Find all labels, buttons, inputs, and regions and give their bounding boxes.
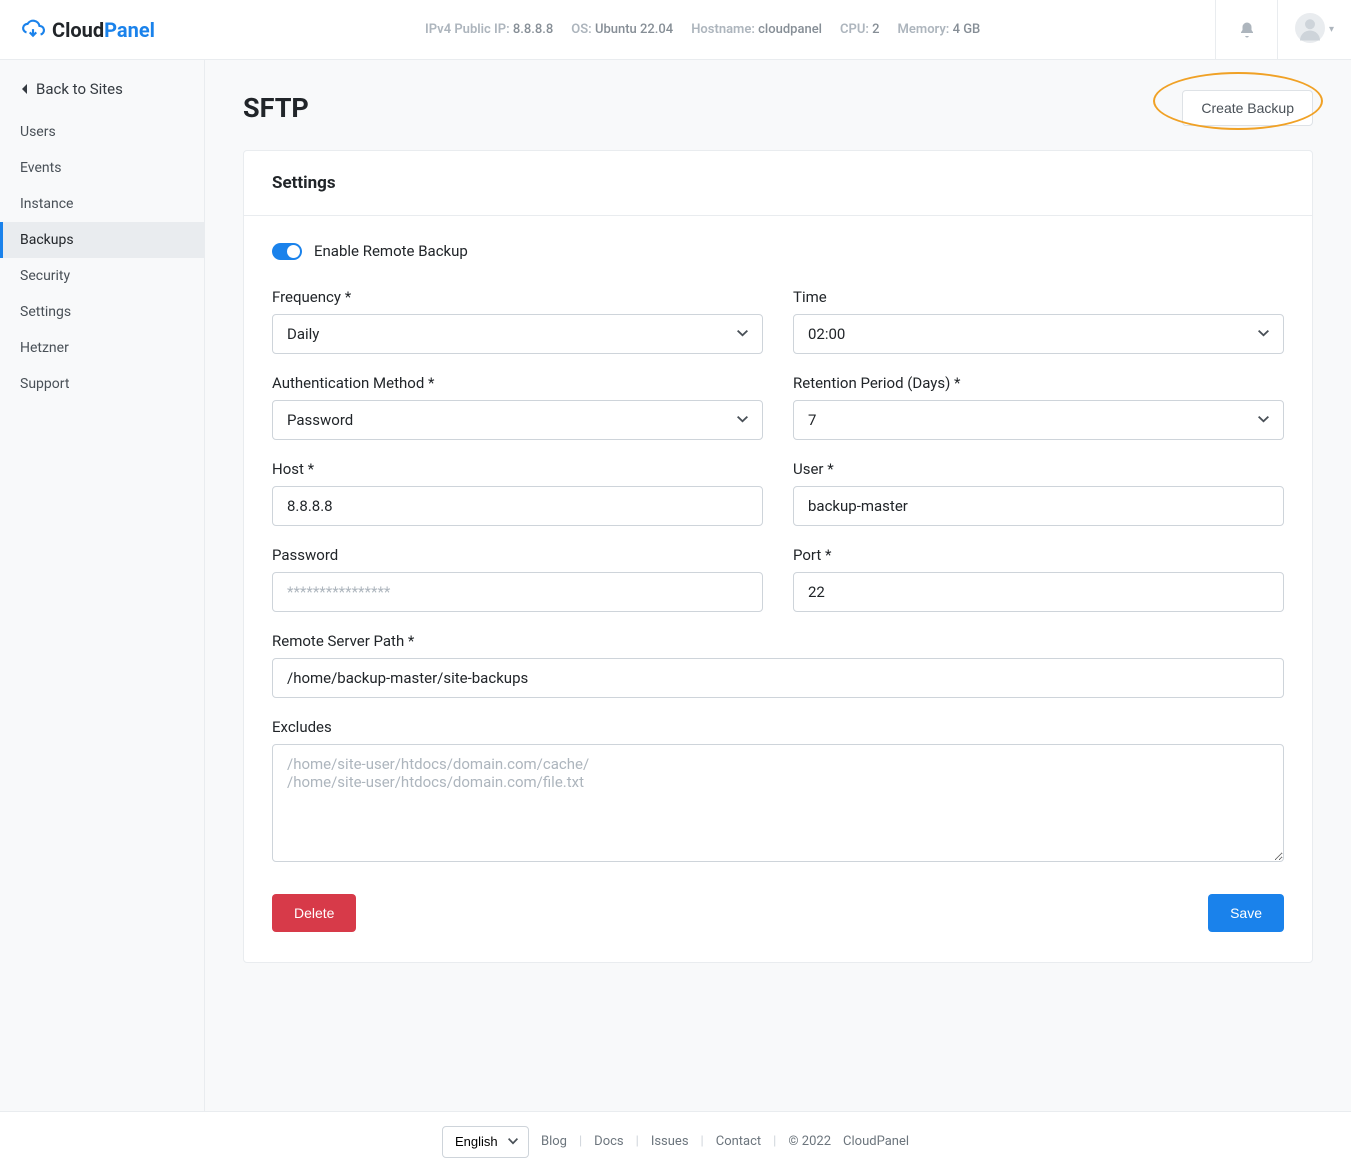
excludes-textarea[interactable] [272,744,1284,862]
footer-link-issues[interactable]: Issues [651,1134,689,1149]
time-label: Time [793,288,1284,306]
retention-select[interactable]: 7 [793,400,1284,440]
save-button[interactable]: Save [1208,894,1284,932]
sidebar-item-events[interactable]: Events [0,150,204,186]
hostname-value: cloudpanel [758,22,822,37]
user-label: User * [793,460,1284,478]
os-label: OS: [571,22,591,37]
settings-card: Settings Enable Remote Backup Frequency … [243,150,1313,963]
sidebar-item-settings[interactable]: Settings [0,294,204,330]
sidebar-item-hetzner[interactable]: Hetzner [0,330,204,366]
chevron-down-icon: ▾ [1329,24,1334,35]
enable-remote-backup-toggle[interactable] [272,243,302,260]
port-label: Port * [793,546,1284,564]
notifications-button[interactable] [1215,0,1277,60]
sidebar: Back to Sites Users Events Instance Back… [0,60,205,1111]
frequency-label: Frequency * [272,288,763,306]
avatar-icon [1295,13,1325,47]
toggle-label: Enable Remote Backup [314,242,468,260]
footer: English Blog | Docs | Issues | Contact |… [0,1111,1351,1171]
auth-method-select[interactable]: Password [272,400,763,440]
user-input[interactable] [793,486,1284,526]
time-select[interactable]: 02:00 [793,314,1284,354]
sidebar-item-support[interactable]: Support [0,366,204,402]
system-info: IPv4 Public IP: 8.8.8.8 OS: Ubuntu 22.04… [425,22,980,37]
ip-value: 8.8.8.8 [513,22,553,37]
hostname-label: Hostname: [691,22,755,37]
host-label: Host * [272,460,763,478]
footer-copyright: © 2022 [788,1134,831,1149]
remote-path-label: Remote Server Path * [272,632,1284,650]
main-content: SFTP Create Backup Settings Enable Remot… [205,60,1351,1111]
ip-label: IPv4 Public IP: [425,22,510,37]
page-title: SFTP [243,92,309,124]
frequency-select[interactable]: Daily [272,314,763,354]
password-input[interactable] [272,572,763,612]
cpu-value: 2 [872,22,879,37]
port-input[interactable] [793,572,1284,612]
password-label: Password [272,546,763,564]
remote-path-input[interactable] [272,658,1284,698]
delete-button[interactable]: Delete [272,894,356,932]
excludes-label: Excludes [272,718,1284,736]
language-select[interactable]: English [442,1126,529,1158]
host-input[interactable] [272,486,763,526]
bell-icon [1238,21,1256,39]
cloud-icon [20,16,46,44]
cpu-label: CPU: [840,22,869,37]
retention-label: Retention Period (Days) * [793,374,1284,392]
os-value: Ubuntu 22.04 [595,22,673,37]
back-to-sites-link[interactable]: Back to Sites [0,80,204,114]
card-header: Settings [244,151,1312,216]
auth-label: Authentication Method * [272,374,763,392]
footer-link-blog[interactable]: Blog [541,1134,567,1149]
sidebar-item-instance[interactable]: Instance [0,186,204,222]
sidebar-item-users[interactable]: Users [0,114,204,150]
chevron-left-icon [20,83,28,95]
brand-logo[interactable]: CloudPanel [20,16,205,44]
memory-value: 4 GB [953,22,981,37]
memory-label: Memory: [898,22,950,37]
brand-text-1: Cloud [52,18,104,42]
footer-link-contact[interactable]: Contact [716,1134,761,1149]
brand-text-2: Panel [104,18,155,42]
back-label: Back to Sites [36,80,123,98]
footer-link-docs[interactable]: Docs [594,1134,623,1149]
user-menu-button[interactable]: ▾ [1277,0,1351,60]
top-header: CloudPanel IPv4 Public IP: 8.8.8.8 OS: U… [0,0,1351,60]
footer-product: CloudPanel [843,1134,909,1149]
create-backup-button[interactable]: Create Backup [1182,90,1313,126]
sidebar-item-backups[interactable]: Backups [0,222,204,258]
sidebar-item-security[interactable]: Security [0,258,204,294]
